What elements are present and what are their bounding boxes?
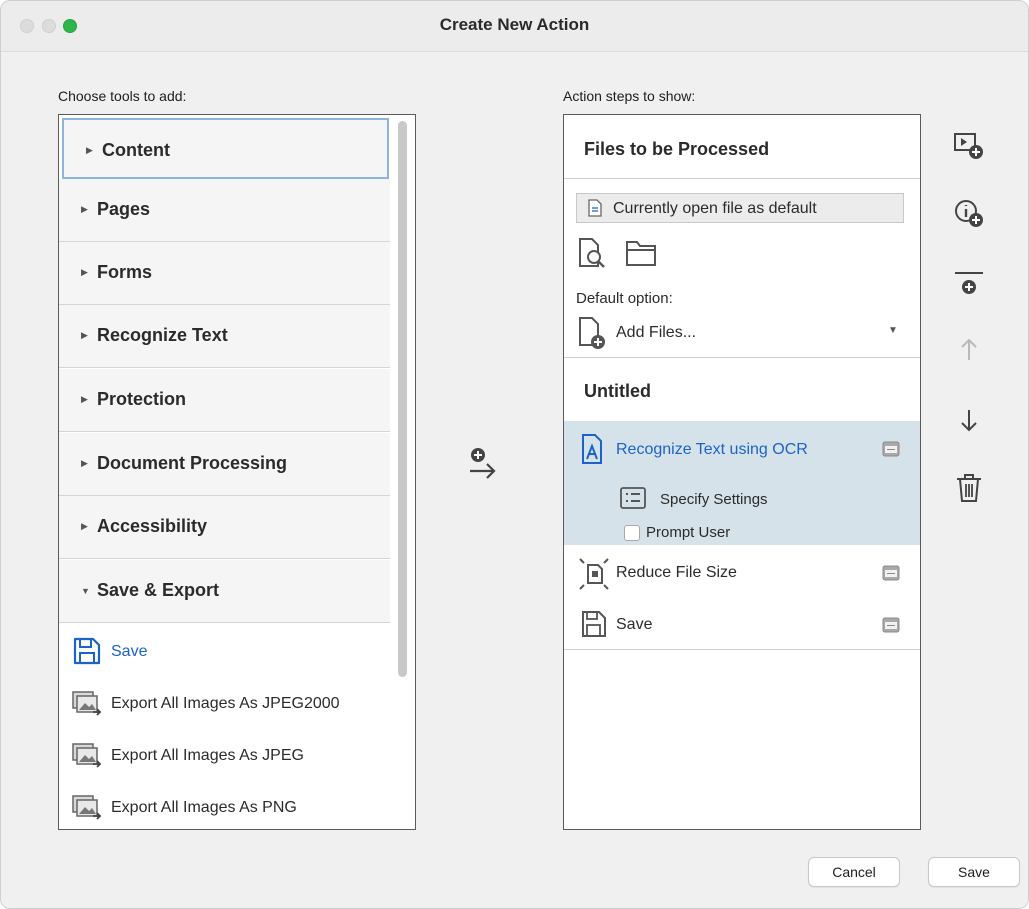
tool-label: Save (111, 643, 148, 660)
export-images-icon (72, 691, 102, 716)
step-label: Reduce File Size (616, 564, 737, 581)
tool-label: Export All Images As JPEG2000 (111, 695, 340, 712)
category-recognize-text[interactable]: ▶ Recognize Text (59, 305, 390, 368)
save-icon (73, 637, 101, 665)
export-images-icon (72, 795, 102, 820)
export-images-icon (72, 743, 102, 768)
expand-triangle-icon: ▶ (86, 145, 93, 155)
default-option-value: Add Files... (616, 324, 697, 341)
move-down-icon[interactable] (951, 402, 987, 438)
tool-label: Export All Images As JPEG (111, 747, 304, 764)
dialog-toggle-icon[interactable] (882, 617, 900, 633)
category-accessibility[interactable]: ▶ Accessibility (59, 496, 390, 559)
settings-list-icon (620, 487, 646, 509)
action-steps-list[interactable]: Files to be Processed Currently open fil… (563, 114, 921, 830)
reduce-file-size-icon (579, 558, 609, 590)
folder-icon[interactable] (624, 238, 658, 268)
expand-triangle-icon: ▶ (81, 204, 88, 214)
browse-file-icon[interactable] (576, 236, 610, 270)
category-label: Save & Export (97, 580, 220, 600)
add-tool-button[interactable] (467, 445, 499, 481)
dialog-toggle-icon[interactable] (882, 565, 900, 581)
category-label: Document Processing (97, 453, 288, 473)
tool-export-jpeg2000[interactable]: Export All Images As JPEG2000 (59, 678, 390, 730)
collapse-triangle-icon: ▼ (81, 586, 90, 596)
add-instruction-step-button[interactable] (951, 128, 987, 164)
prompt-user-checkbox[interactable] (624, 525, 640, 541)
tools-list[interactable]: ▶ Content ▶ Pages ▶ Forms ▶ Recognize Te… (58, 114, 416, 830)
prompt-user-label: Prompt User (646, 524, 731, 541)
group-title: Untitled (584, 381, 651, 401)
document-icon (588, 199, 602, 217)
save-button[interactable]: Save (928, 857, 1020, 887)
dialog-toggle-icon[interactable] (882, 441, 900, 457)
current-file-field[interactable]: Currently open file as default (576, 193, 904, 223)
category-save-export[interactable]: ▼ Save & Export (59, 560, 390, 623)
divider (564, 649, 920, 650)
save-icon (582, 611, 606, 637)
category-label: Accessibility (97, 516, 208, 536)
divider (564, 357, 920, 358)
category-protection[interactable]: ▶ Protection (59, 369, 390, 432)
action-steps-label: Action steps to show: (563, 88, 696, 104)
tools-scrollbar[interactable] (398, 121, 407, 677)
delete-icon[interactable] (951, 470, 987, 506)
step-label: Recognize Text using OCR (616, 441, 808, 458)
category-label: Pages (97, 199, 151, 219)
category-forms[interactable]: ▶ Forms (59, 242, 390, 305)
step-recognize-text[interactable]: Recognize Text using OCR Specify Setting… (564, 421, 920, 545)
window-title: Create New Action (439, 15, 590, 34)
choose-tools-label: Choose tools to add: (58, 88, 187, 104)
expand-triangle-icon: ▶ (81, 521, 88, 531)
category-label: Recognize Text (97, 325, 228, 345)
add-info-icon[interactable] (951, 196, 987, 232)
dropdown-chevron-icon: ▼ (888, 325, 898, 336)
tool-save[interactable]: Save (59, 626, 390, 678)
category-document-processing[interactable]: ▶ Document Processing (59, 433, 390, 496)
default-option-select[interactable]: Add Files... ▼ (576, 315, 904, 351)
step-reduce-file-size[interactable]: Reduce File Size (564, 547, 920, 597)
expand-triangle-icon: ▶ (81, 330, 88, 340)
title-bar: Create New Action (1, 1, 1028, 52)
tool-export-jpeg[interactable]: Export All Images As JPEG (59, 730, 390, 782)
recognize-text-icon (582, 434, 602, 464)
expand-triangle-icon: ▶ (81, 458, 88, 468)
expand-triangle-icon: ▶ (81, 394, 88, 404)
cancel-button[interactable]: Cancel (808, 857, 900, 887)
step-save[interactable]: Save (564, 599, 920, 649)
files-to-process-header: Files to be Processed (584, 139, 770, 159)
move-up-icon[interactable] (951, 332, 987, 368)
add-file-icon (579, 317, 605, 349)
category-content[interactable]: ▶ Content (62, 118, 389, 179)
divider (564, 178, 920, 179)
category-label: Content (102, 140, 170, 160)
current-file-label: Currently open file as default (613, 200, 817, 217)
expand-triangle-icon: ▶ (81, 267, 88, 277)
category-pages[interactable]: ▶ Pages (59, 179, 390, 242)
default-option-label: Default option: (576, 290, 673, 307)
step-label: Save (616, 616, 653, 633)
add-panel-separator-icon[interactable] (951, 267, 987, 303)
category-label: Protection (97, 389, 187, 409)
tool-label: Export All Images As PNG (111, 799, 297, 816)
dialog-window: Create New Action Choose tools to add: A… (0, 0, 1029, 909)
specify-settings-link[interactable]: Specify Settings (660, 491, 768, 508)
category-label: Forms (97, 262, 153, 282)
tool-export-png[interactable]: Export All Images As PNG (59, 782, 390, 829)
